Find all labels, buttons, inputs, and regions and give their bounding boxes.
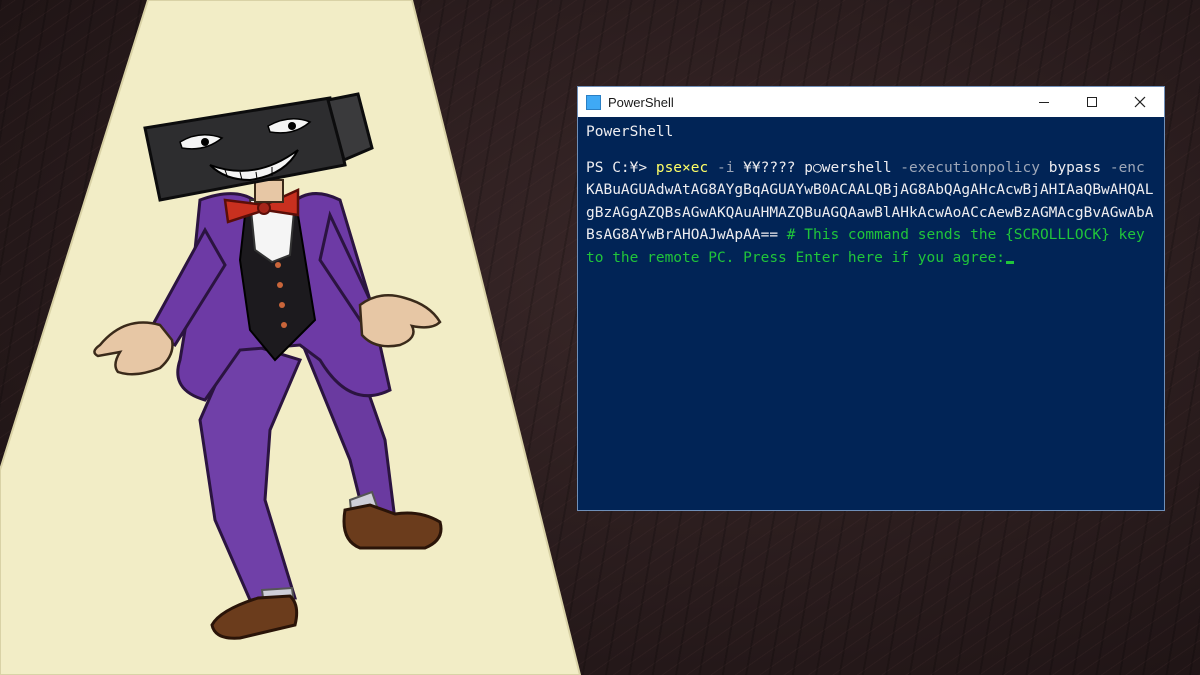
- powershell-window[interactable]: PowerShell PowerShell PS C:¥> pse×ec -i …: [577, 86, 1165, 511]
- console-heading: PowerShell: [586, 124, 674, 140]
- param-enc: -enc: [1101, 159, 1145, 176]
- command-target: ¥¥????: [743, 159, 805, 176]
- window-title: PowerShell: [608, 94, 674, 110]
- command-shell: p○wershell: [804, 159, 892, 176]
- minimize-icon[interactable]: [1020, 87, 1068, 117]
- param-i: -i: [708, 159, 744, 176]
- param-executionpolicy: -executionpolicy: [891, 159, 1049, 176]
- policy-value: bypass: [1048, 159, 1102, 176]
- prompt: PS C:¥>: [586, 159, 656, 176]
- maximize-icon[interactable]: [1068, 87, 1116, 117]
- console-output[interactable]: PowerShell PS C:¥> pse×ec -i ¥¥???? p○we…: [578, 117, 1164, 269]
- window-titlebar[interactable]: PowerShell: [578, 87, 1164, 117]
- close-icon[interactable]: [1116, 87, 1164, 117]
- command-line: PS C:¥> pse×ec -i ¥¥???? p○wershell -exe…: [586, 157, 1156, 270]
- window-controls: [1020, 87, 1164, 117]
- command-exe: pse×ec: [655, 159, 709, 176]
- powershell-icon: [586, 94, 601, 110]
- text-cursor: [1006, 260, 1015, 264]
